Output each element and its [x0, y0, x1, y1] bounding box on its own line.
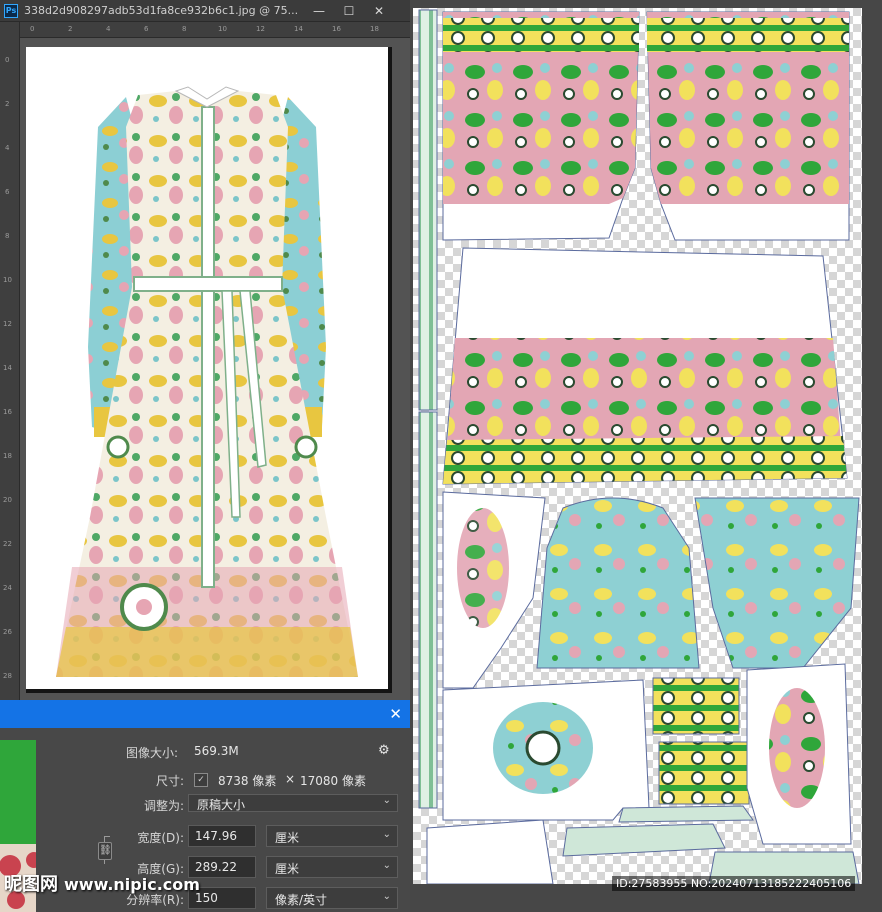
- chevron-down-icon: ⌄: [382, 829, 391, 840]
- dimensions-label: 尺寸:: [155, 774, 184, 788]
- ruler-tick-label: 24: [3, 584, 12, 592]
- height-unit-select[interactable]: 厘米 ⌄: [266, 856, 398, 878]
- horizontal-ruler[interactable]: 0 2 4 6 8 10 12 14 16 18: [20, 22, 410, 38]
- ruler-tick-label: 12: [256, 25, 265, 33]
- ruler-tick-label: 10: [3, 276, 12, 284]
- link-icon[interactable]: ⛓: [98, 842, 112, 860]
- fit-to-value: 原稿大小: [197, 798, 246, 812]
- watermark-logo-text: 昵图网: [4, 874, 58, 895]
- ruler-tick-label: 20: [3, 496, 12, 504]
- ruler-tick-label: 2: [68, 25, 73, 33]
- ruler-tick-label: 6: [144, 25, 149, 33]
- chevron-down-icon: ⌄: [382, 860, 391, 871]
- minimize-button[interactable]: —: [304, 0, 334, 22]
- resolution-unit-select[interactable]: 像素/英寸 ⌄: [266, 887, 398, 909]
- ruler-tick-label: 16: [3, 408, 12, 416]
- ruler-tick-label: 4: [106, 25, 111, 33]
- ruler-tick-label: 14: [294, 25, 303, 33]
- dialog-header[interactable]: ✕: [0, 700, 410, 728]
- ruler-tick-label: 4: [5, 144, 10, 152]
- ruler-tick-label: 0: [5, 56, 10, 64]
- ruler-tick-label: 8: [5, 232, 10, 240]
- photoshop-app-icon: Ps: [4, 3, 18, 18]
- dimensions-width-value: 8738 像素: [218, 774, 277, 788]
- close-button[interactable]: ✕: [364, 0, 394, 22]
- ruler-tick-label: 18: [3, 452, 12, 460]
- site-watermark: 昵图网 www.nipic.com: [4, 870, 200, 896]
- fit-to-select[interactable]: 原稿大小 ⌄: [188, 794, 398, 812]
- ruler-tick-label: 6: [5, 188, 10, 196]
- ruler-tick-label: 14: [3, 364, 12, 372]
- ruler-tick-label: 8: [182, 25, 187, 33]
- resolution-unit-value: 像素/英寸: [275, 893, 328, 907]
- chevron-down-icon: ⌄: [382, 891, 391, 902]
- ruler-tick-label: 18: [370, 25, 379, 33]
- vertical-ruler[interactable]: 0 2 4 6 8 10 12 14 16 18 20 22 24 26 28: [0, 22, 20, 700]
- fit-to-label: 调整为:: [143, 799, 184, 813]
- width-unit-select[interactable]: 厘米 ⌄: [266, 825, 398, 847]
- width-label: 宽度(D):: [137, 831, 184, 845]
- dimensions-height-value: 17080 像素: [300, 774, 366, 788]
- gear-icon[interactable]: ⚙: [378, 743, 390, 758]
- close-icon[interactable]: ✕: [389, 705, 402, 723]
- ruler-tick-label: 0: [30, 25, 35, 33]
- document-window: Ps 338d2d908297adb53d1fa8ce932b6c1.jpg @…: [0, 0, 410, 700]
- document-title: 338d2d908297adb53d1fa8ce932b6c1.jpg @ 75…: [24, 4, 299, 17]
- watermark-site: www.nipic.com: [64, 875, 200, 894]
- ruler-tick-label: 22: [3, 540, 12, 548]
- image-id-label: ID:27583955 NO:20240713185222405106: [612, 876, 856, 891]
- maximize-button[interactable]: ☐: [334, 0, 364, 22]
- dress-photo: [56, 86, 358, 677]
- screenshot-root: Ps 338d2d908297adb53d1fa8ce932b6c1.jpg @…: [0, 0, 882, 912]
- ruler-tick-label: 10: [218, 25, 227, 33]
- ruler-tick-label: 28: [3, 672, 12, 680]
- height-unit-value: 厘米: [275, 862, 300, 876]
- dimensions-unit-checkbox[interactable]: ✓: [194, 773, 208, 787]
- chevron-down-icon: ⌄: [382, 795, 391, 806]
- ruler-tick-label: 26: [3, 628, 12, 636]
- document-tab-bar[interactable]: Ps 338d2d908297adb53d1fa8ce932b6c1.jpg @…: [0, 0, 410, 22]
- ruler-tick-label: 2: [5, 100, 10, 108]
- document-canvas[interactable]: [26, 47, 388, 689]
- pattern-layout-sheet[interactable]: [413, 8, 862, 884]
- ruler-tick-label: 16: [332, 25, 341, 33]
- pattern-pieces: [418, 9, 860, 884]
- width-input[interactable]: 147.96: [188, 825, 256, 847]
- width-unit-value: 厘米: [275, 831, 300, 845]
- dimensions-times-sign: ×: [285, 772, 296, 786]
- image-size-value: 569.3M: [194, 744, 239, 758]
- ruler-tick-label: 12: [3, 320, 12, 328]
